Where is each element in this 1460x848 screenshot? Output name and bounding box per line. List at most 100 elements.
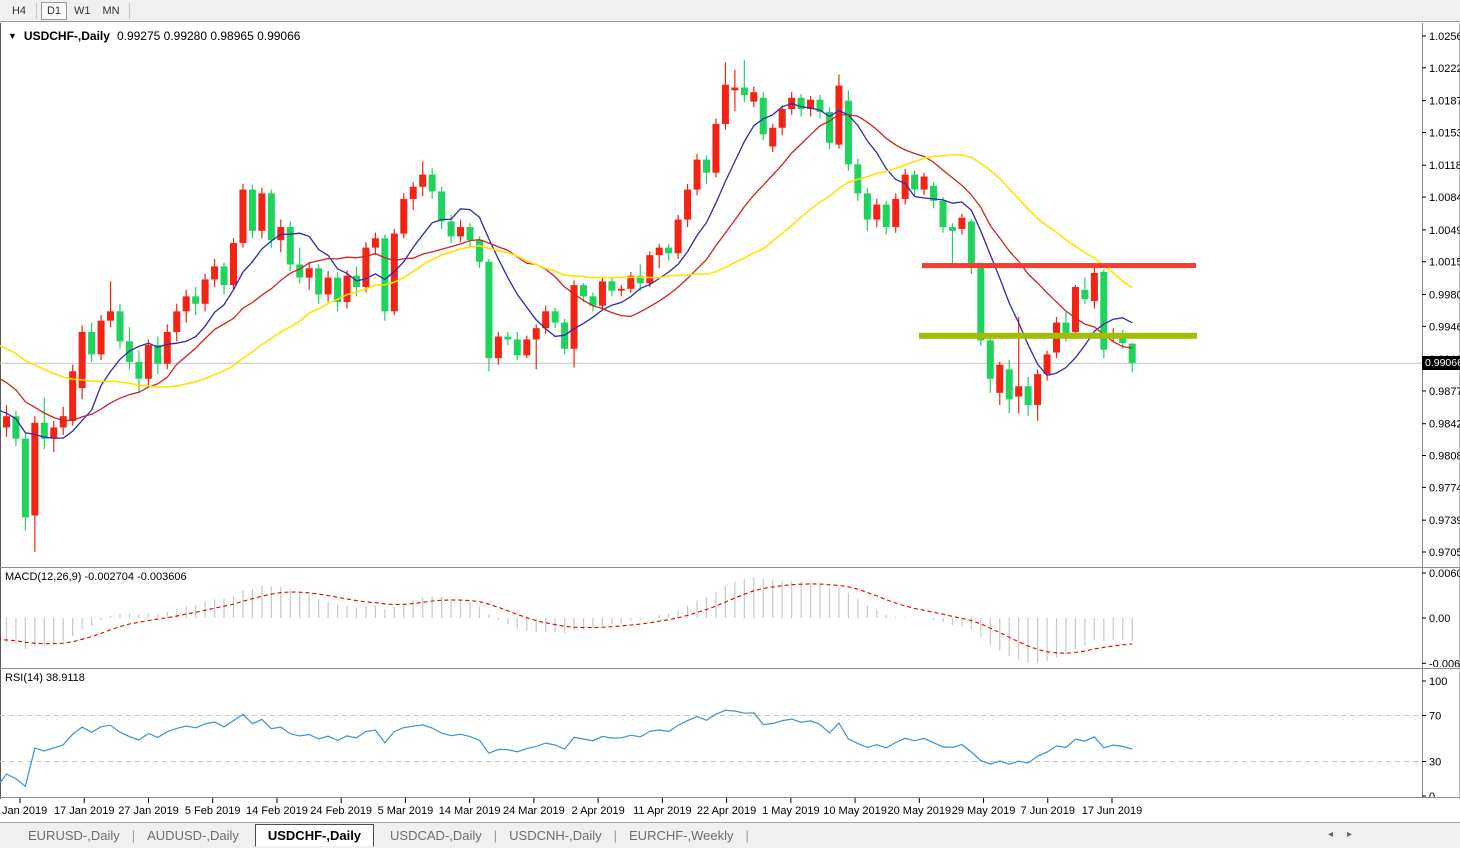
date-label: 24 Mar 2019 [503,805,565,817]
candle-body [958,218,965,229]
candle-body [977,265,984,340]
price-tick-label: 1.02220 [1429,63,1460,75]
candle-body [230,243,237,285]
price-tick-label: 0.99800 [1429,289,1460,301]
date-label: 24 Feb 2019 [310,805,372,817]
candle-body [448,221,455,236]
candle-body [410,187,417,199]
candle-body [712,124,719,173]
date-label: 17 Jun 2019 [1082,805,1143,817]
toolbar-separator [36,3,37,19]
candle-body [372,238,379,247]
resistance-hline[interactable] [922,263,1196,268]
candle-body [523,339,530,355]
candle-body [608,281,615,290]
price-tick-label: 0.99460 [1429,321,1460,333]
rsi-label: RSI(14) 38.9118 [5,672,85,684]
price-axis-ticks[interactable]: 1.025601.022201.018701.015301.011801.008… [1422,31,1460,559]
date-label: 14 Mar 2019 [439,805,501,817]
candle-body [618,289,625,291]
timeframe-button-w1[interactable]: W1 [69,2,96,20]
candle-body [400,199,407,234]
date-label: 1 May 2019 [762,805,819,817]
candle-body [911,175,918,190]
chart-ohlc-values: 0.99275 0.99280 0.98965 0.99066 [117,29,301,43]
candle-body [31,423,38,516]
candle-body [779,109,786,128]
candle-body [60,416,67,427]
candle-body [211,266,218,279]
candle-body [656,248,663,255]
candle-body [381,238,388,311]
rsi-axis-label: 70 [1429,711,1441,723]
candle-body [996,365,1003,393]
timeframe-button-h4[interactable]: H4 [6,2,32,20]
support-hline[interactable] [919,333,1197,339]
candle-body [239,190,246,243]
candle-body [1044,354,1051,374]
chart-tab-usdcnhdaily[interactable]: USDCNH-,Daily [497,825,613,846]
candlestick-series[interactable] [0,60,1136,552]
chart-tab-eurusddaily[interactable]: EURUSD-,Daily [16,825,132,846]
chart-tab-usdchfdaily[interactable]: USDCHF-,Daily [255,824,374,847]
candle-body [221,266,228,285]
candle-body [429,175,436,192]
candle-body [287,227,294,264]
tab-scroll-left-icon[interactable]: ◂ [1328,829,1333,840]
date-label: 10 May 2019 [823,805,887,817]
tab-scroll-right-icon[interactable]: ▸ [1347,829,1352,840]
candle-body [306,268,313,277]
candle-body [164,332,171,364]
rsi-axis-label: 30 [1429,757,1441,769]
candle-body [949,227,956,231]
date-label: 5 Mar 2019 [378,805,434,817]
chart-tab-eurchfweekly[interactable]: EURCHF-,Weekly [617,825,746,846]
candle-body [1034,374,1041,405]
candle-body [296,265,303,278]
candle-body [750,92,757,101]
date-label: 22 Apr 2019 [697,805,756,817]
candle-body [391,234,398,312]
candle-body [864,193,871,219]
candle-body [438,191,445,221]
macd-panel-splitter[interactable] [0,567,1460,568]
symbol-dropdown-icon[interactable]: ▼ [8,31,17,41]
timeframe-button-mn[interactable]: MN [98,2,125,20]
macd-axis-label: -0.006096 [1429,658,1460,667]
candle-body [741,88,748,95]
candle-body [419,175,426,187]
MA-fast-line [0,104,1132,439]
date-axis[interactable]: 8 Jan 201917 Jan 201927 Jan 20195 Feb 20… [0,797,1460,821]
date-label: 11 Apr 2019 [633,805,692,817]
candle-body [514,339,521,355]
date-axis-border [0,797,1460,798]
candle-body [731,88,738,91]
candle-body [1015,386,1022,396]
candle-body [325,278,332,295]
candle-body [116,311,123,341]
candle-body [580,285,587,296]
candle-body [1006,369,1013,399]
rsi-panel[interactable]: 10070300 [0,670,1460,797]
candle-body [457,227,464,236]
macd-panel[interactable]: 0.0060580.00-0.006096 [0,569,1460,667]
timeframe-button-d1[interactable]: D1 [41,2,67,20]
candle-body [476,240,483,262]
tab-separator: | [746,828,749,843]
macd-signal-line [0,584,1132,653]
candle-body [675,220,682,254]
candle-body [249,190,256,231]
chart-tab-usdcaddaily[interactable]: USDCAD-,Daily [378,825,494,846]
price-tick-label: 0.98770 [1429,386,1460,398]
candle-body [1025,386,1032,405]
price-tick-label: 0.98420 [1429,419,1460,431]
candle-body [987,340,994,378]
candle-body [921,176,928,189]
date-label: 5 Feb 2019 [185,805,241,817]
price-tick-label: 0.97050 [1429,547,1460,559]
rsi-panel-splitter[interactable] [0,668,1460,669]
chart-tab-audusddaily[interactable]: AUDUSD-,Daily [135,825,251,846]
price-tick-label: 0.97390 [1429,515,1460,527]
candle-body [968,221,975,265]
main-price-chart[interactable]: 1.025601.022201.018701.015301.011801.008… [0,24,1460,567]
